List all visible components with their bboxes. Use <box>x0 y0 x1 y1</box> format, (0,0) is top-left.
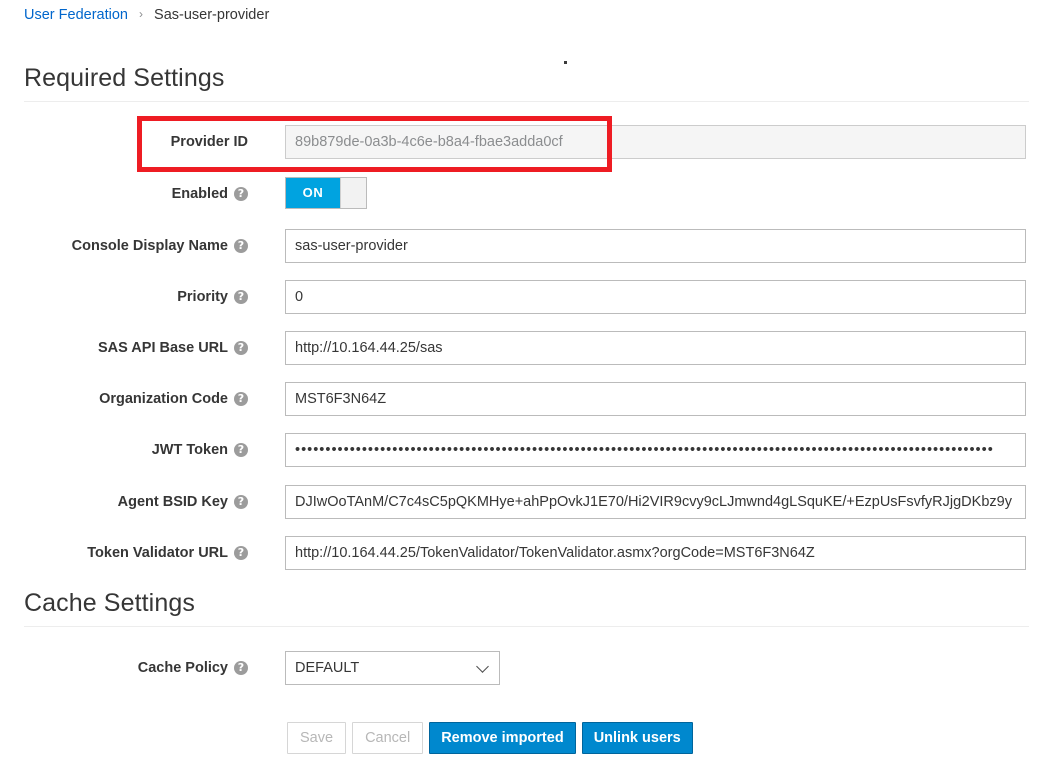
field-sas-api-base-url <box>285 331 1026 365</box>
field-agent-bsid-key <box>285 485 1026 519</box>
save-button[interactable]: Save <box>287 722 346 754</box>
section-heading-required-settings: Required Settings <box>24 64 1029 102</box>
label-jwt-token: JWT Token? <box>0 433 248 467</box>
form-row-enabled: Enabled? ON <box>0 177 1052 211</box>
agent-bsid-key-input[interactable] <box>285 485 1026 519</box>
label-agent-bsid-key: Agent BSID Key? <box>0 485 248 519</box>
help-icon[interactable]: ? <box>234 661 248 675</box>
organization-code-input[interactable] <box>285 382 1026 416</box>
priority-input[interactable] <box>285 280 1026 314</box>
breadcrumb-current-page: Sas-user-provider <box>154 7 269 23</box>
label-console-display-name: Console Display Name? <box>0 229 248 263</box>
breadcrumb-separator-icon: › <box>132 7 150 21</box>
field-cache-policy: DEFAULTEVICT_DAILYEVICT_WEEKLYMAX_LIFESP… <box>285 651 1026 685</box>
field-provider-id <box>285 125 1026 159</box>
section-divider-required <box>24 101 1029 102</box>
console-display-name-input[interactable] <box>285 229 1026 263</box>
field-token-validator-url <box>285 536 1026 570</box>
form-row-organization-code: Organization Code? <box>0 382 1052 416</box>
section-divider-cache <box>24 626 1029 627</box>
token-validator-url-input[interactable] <box>285 536 1026 570</box>
label-provider-id-text: Provider ID <box>171 134 248 150</box>
label-provider-id: Provider ID <box>0 125 248 159</box>
help-icon[interactable]: ? <box>234 187 248 201</box>
section-heading-cache-settings: Cache Settings <box>24 589 1029 627</box>
label-token-validator-url-text: Token Validator URL <box>87 545 228 561</box>
form-row-provider-id: Provider ID <box>0 125 1052 159</box>
form-row-agent-bsid-key: Agent BSID Key? <box>0 485 1052 519</box>
label-enabled: Enabled? <box>0 177 248 211</box>
label-priority-text: Priority <box>177 289 228 305</box>
help-icon[interactable]: ? <box>234 495 248 509</box>
breadcrumb-link-user-federation[interactable]: User Federation <box>24 7 128 23</box>
jwt-token-input[interactable] <box>285 433 1026 467</box>
enabled-toggle-switch[interactable]: ON <box>285 177 367 209</box>
label-enabled-text: Enabled <box>172 186 228 202</box>
label-console-display-name-text: Console Display Name <box>72 238 228 254</box>
cache-policy-select-wrapper: DEFAULTEVICT_DAILYEVICT_WEEKLYMAX_LIFESP… <box>285 651 500 685</box>
label-jwt-token-text: JWT Token <box>152 442 228 458</box>
label-organization-code: Organization Code? <box>0 382 248 416</box>
label-agent-bsid-key-text: Agent BSID Key <box>118 494 228 510</box>
remove-imported-button[interactable]: Remove imported <box>429 722 575 754</box>
breadcrumb: User Federation › Sas-user-provider <box>24 5 269 25</box>
cancel-button[interactable]: Cancel <box>352 722 423 754</box>
section-title-cache: Cache Settings <box>24 589 195 617</box>
label-organization-code-text: Organization Code <box>99 391 228 407</box>
unlink-users-button[interactable]: Unlink users <box>582 722 693 754</box>
form-row-cache-policy: Cache Policy? DEFAULTEVICT_DAILYEVICT_WE… <box>0 651 1052 685</box>
label-priority: Priority? <box>0 280 248 314</box>
form-row-sas-api-base-url: SAS API Base URL? <box>0 331 1052 365</box>
help-icon[interactable]: ? <box>234 392 248 406</box>
field-organization-code <box>285 382 1026 416</box>
form-row-priority: Priority? <box>0 280 1052 314</box>
field-jwt-token <box>285 433 1026 467</box>
label-cache-policy: Cache Policy? <box>0 651 248 685</box>
enabled-toggle-on-label: ON <box>286 178 340 208</box>
section-title-required: Required Settings <box>24 64 224 92</box>
field-enabled: ON <box>285 177 1026 211</box>
help-icon[interactable]: ? <box>234 443 248 457</box>
help-icon[interactable]: ? <box>234 239 248 253</box>
help-icon[interactable]: ? <box>234 290 248 304</box>
cache-policy-select[interactable]: DEFAULTEVICT_DAILYEVICT_WEEKLYMAX_LIFESP… <box>285 651 500 685</box>
help-icon[interactable]: ? <box>234 546 248 560</box>
form-row-console-display-name: Console Display Name? <box>0 229 1052 263</box>
form-row-jwt-token: JWT Token? <box>0 433 1052 467</box>
provider-id-input[interactable] <box>285 125 1026 159</box>
field-console-display-name <box>285 229 1026 263</box>
label-sas-api-base-url-text: SAS API Base URL <box>98 340 228 356</box>
help-icon[interactable]: ? <box>234 341 248 355</box>
form-row-token-validator-url: Token Validator URL? <box>0 536 1052 570</box>
label-sas-api-base-url: SAS API Base URL? <box>0 331 248 365</box>
field-priority <box>285 280 1026 314</box>
sas-api-base-url-input[interactable] <box>285 331 1026 365</box>
label-cache-policy-text: Cache Policy <box>138 660 228 676</box>
form-action-buttons: Save Cancel Remove imported Unlink users <box>287 722 693 754</box>
enabled-toggle-knob <box>340 178 366 208</box>
label-token-validator-url: Token Validator URL? <box>0 536 248 570</box>
